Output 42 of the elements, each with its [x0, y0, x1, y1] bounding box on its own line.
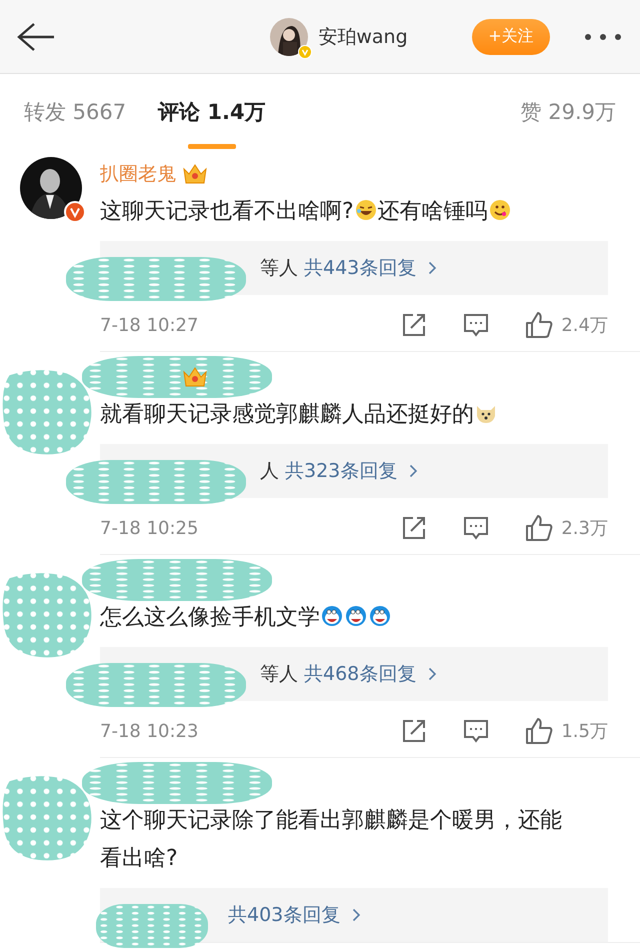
comment-icon[interactable]: [463, 718, 490, 744]
chevron-icon: [428, 261, 438, 275]
tab[interactable]: 评论 1.4万: [158, 92, 266, 132]
reply-names: 等人: [259, 256, 298, 281]
comment-text: 这聊天记录也看不出啥啊? 还有啥锤吗: [100, 193, 580, 231]
laughing-emoji-icon: [354, 199, 377, 221]
tab-underline: [188, 144, 236, 148]
share-icon[interactable]: [401, 312, 428, 338]
cartoon-face-icon: [345, 605, 367, 627]
share-icon[interactable]: [401, 718, 428, 744]
share-icon[interactable]: [401, 515, 428, 541]
comment-text: 就看聊天记录感觉郭麒麟人品还挺好的: [100, 396, 580, 434]
reply-count-link[interactable]: 共323条回复: [285, 458, 398, 484]
account-name: 安珀wang: [318, 24, 408, 50]
chevron-icon: [428, 667, 438, 681]
thumbs-up-icon[interactable]: [525, 514, 554, 542]
tab[interactable]: 赞 29.9万: [520, 92, 616, 132]
reply-count-link[interactable]: 共443条回复: [304, 255, 416, 281]
reply-count-link[interactable]: 共468条回复: [304, 661, 416, 687]
thumbs-up-icon[interactable]: [525, 717, 554, 745]
back-icon[interactable]: [16, 22, 56, 52]
grinning-emoji-icon: [488, 199, 511, 221]
comment-text: 怎么这么像捡手机文学: [100, 599, 580, 637]
chevron-icon: [409, 464, 418, 478]
comment-text: 这个聊天记录除了能看出郭麒麟是个暖男，还能看出啥?: [100, 807, 563, 873]
thumbs-up-icon[interactable]: [525, 311, 554, 339]
reply-names: 人: [259, 459, 279, 484]
like-count: 2.4万: [561, 314, 608, 337]
timestamp: 7-18 10:25: [100, 518, 200, 538]
cartoon-face-icon: [369, 605, 391, 627]
comment-icon[interactable]: [463, 515, 490, 541]
chevron-icon: [352, 908, 362, 922]
like-count: 1.5万: [561, 720, 608, 743]
timestamp: 7-18 10:23: [100, 720, 200, 742]
comment-icon[interactable]: [463, 312, 490, 338]
more-icon[interactable]: [584, 32, 622, 40]
tab[interactable]: 转发 5667: [24, 92, 126, 132]
user-name[interactable]: 扒圈老鬼: [100, 161, 176, 187]
cartoon-face-icon: [321, 605, 343, 627]
like-count: 2.3万: [561, 517, 608, 540]
timestamp: 7-18 10:27: [100, 314, 200, 336]
reply-names: 等人: [259, 662, 298, 687]
